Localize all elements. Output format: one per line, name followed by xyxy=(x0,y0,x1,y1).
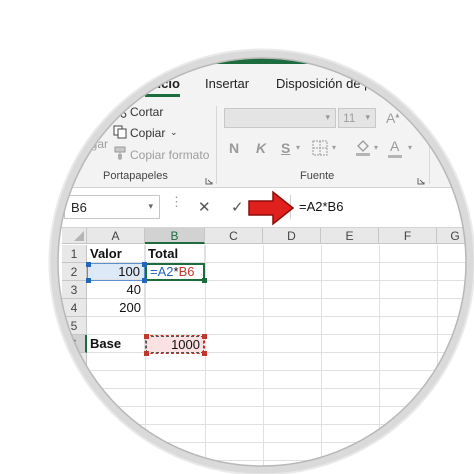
cell-b6[interactable]: 1000 xyxy=(145,335,205,354)
save-icon[interactable] xyxy=(86,42,100,62)
chevron-down-icon: ▾ xyxy=(365,112,370,122)
name-box[interactable]: B6 ▾ xyxy=(64,195,160,219)
cell-b2[interactable]: =A2*B6 xyxy=(145,263,205,281)
tab-inicio[interactable]: Inicio xyxy=(146,76,180,91)
magnifier-viewport: ▾ ▾ Archivo Inicio Insertar Disposición … xyxy=(0,0,474,474)
undo-dropdown-icon[interactable]: ▾ xyxy=(128,42,138,62)
redo-dropdown-icon[interactable]: ▾ xyxy=(164,42,174,62)
name-box-value: B6 xyxy=(71,200,87,215)
cell-a6[interactable]: Base xyxy=(87,335,145,353)
row-header-8[interactable]: 8 xyxy=(62,371,87,389)
chevron-down-icon: ▾ xyxy=(148,201,153,211)
font-color-letter: A xyxy=(390,138,400,154)
paste-dropdown-icon[interactable]: ▾ xyxy=(84,152,88,161)
red-arrow-icon xyxy=(248,190,295,226)
tab-insertar[interactable]: Insertar xyxy=(205,76,249,91)
borders-dropdown-icon[interactable]: ▾ xyxy=(332,143,336,152)
chevron-down-icon: ▾ xyxy=(325,112,330,122)
scissors-icon[interactable] xyxy=(113,104,127,118)
ref-handle[interactable] xyxy=(202,334,207,339)
ref-handle[interactable] xyxy=(86,278,91,283)
row-header-6[interactable]: 6 xyxy=(62,335,87,353)
row-header-3[interactable]: 3 xyxy=(62,281,87,299)
column-header-b[interactable]: B xyxy=(145,228,205,244)
cell-a3[interactable]: 40 xyxy=(87,281,145,299)
format-painter-icon[interactable] xyxy=(113,146,127,160)
ref-handle[interactable] xyxy=(144,351,149,356)
font-size-value: 11 xyxy=(343,111,356,125)
row-header-10[interactable]: 10 xyxy=(62,407,87,425)
ref-handle[interactable] xyxy=(202,351,207,356)
ref-handle[interactable] xyxy=(142,262,147,267)
font-color-bar xyxy=(388,155,402,158)
undo-icon[interactable] xyxy=(108,42,126,62)
row-header-7[interactable]: 7 xyxy=(62,353,87,371)
column-header-g[interactable]: G xyxy=(437,228,474,244)
row-header-2[interactable]: 2 xyxy=(62,263,87,281)
cell-a1[interactable]: Valor xyxy=(87,245,145,263)
column-header-f[interactable]: F xyxy=(379,228,437,244)
cancel-formula-icon[interactable]: ✕ xyxy=(198,198,211,216)
font-launcher-icon[interactable] xyxy=(417,172,425,185)
font-name-combo[interactable]: ▾ xyxy=(224,108,336,128)
cell-a2[interactable]: 100 xyxy=(87,263,145,281)
customize-quick-access-icon[interactable] xyxy=(182,42,194,62)
font-size-combo[interactable]: 11 ▾ xyxy=(338,108,376,128)
clipboard-group-label: Portapapeles xyxy=(103,170,168,182)
ref-handle[interactable] xyxy=(86,262,91,267)
ref-handle[interactable] xyxy=(144,334,149,339)
grow-font-icon[interactable]: A▴ xyxy=(386,110,399,126)
paste-icon[interactable] xyxy=(80,106,104,134)
formula-ref-a2: =A2 xyxy=(150,264,174,279)
excel-window: ▾ ▾ Archivo Inicio Insertar Disposición … xyxy=(0,0,474,474)
copy-dropdown-icon[interactable]: ⌄ xyxy=(170,127,178,138)
group-separator xyxy=(216,106,217,184)
row-header-12[interactable]: 12 xyxy=(62,443,87,461)
font-color-button[interactable]: A xyxy=(390,138,399,154)
column-header-e[interactable]: E xyxy=(321,228,379,244)
tab-disposicion-pagina[interactable]: Disposición de página xyxy=(276,76,403,91)
active-tab-indicator xyxy=(145,94,180,97)
copy-icon[interactable] xyxy=(113,125,127,139)
select-all-corner[interactable] xyxy=(62,228,87,244)
underline-button[interactable]: S xyxy=(281,140,290,156)
ref-handle[interactable] xyxy=(142,278,147,283)
fill-color-icon[interactable] xyxy=(354,138,372,156)
column-header-a[interactable]: A xyxy=(87,228,145,244)
font-group-label: Fuente xyxy=(300,170,335,182)
copy-button[interactable]: Copiar xyxy=(130,126,165,140)
column-header-c[interactable]: C xyxy=(205,228,263,244)
column-header-d[interactable]: D xyxy=(263,228,321,244)
italic-button[interactable]: K xyxy=(256,140,266,156)
title-bar xyxy=(0,0,474,64)
borders-icon[interactable] xyxy=(312,140,328,156)
paste-button[interactable]: Pegar xyxy=(76,137,108,151)
row-header-5[interactable]: 5 xyxy=(62,317,87,335)
fill-dropdown-icon[interactable]: ▾ xyxy=(374,143,378,152)
font-color-dropdown-icon[interactable]: ▾ xyxy=(408,143,412,152)
row-header-9[interactable]: 9 xyxy=(62,389,87,407)
cut-button[interactable]: Cortar xyxy=(130,105,163,119)
row-header-11[interactable]: 11 xyxy=(62,425,87,443)
row-header-1[interactable]: 1 xyxy=(62,245,87,263)
bold-button[interactable]: N xyxy=(229,140,239,156)
format-painter-button[interactable]: Copiar formato xyxy=(130,148,209,162)
formula-bar-grip-icon[interactable]: ⋮ xyxy=(170,195,183,215)
tab-archivo[interactable]: Archivo xyxy=(79,76,122,91)
clipboard-launcher-icon[interactable] xyxy=(205,172,213,185)
redo-icon[interactable] xyxy=(144,42,162,62)
group-separator xyxy=(429,106,430,184)
underline-dropdown-icon[interactable]: ▾ xyxy=(296,143,300,152)
cell-b1[interactable]: Total xyxy=(145,245,205,263)
cell-a4[interactable]: 200 xyxy=(87,299,145,317)
formula-ref-b6: B6 xyxy=(178,264,195,279)
row-header-4[interactable]: 4 xyxy=(62,299,87,317)
enter-formula-icon[interactable]: ✓ xyxy=(231,198,244,216)
fill-handle[interactable] xyxy=(202,278,207,283)
formula-input[interactable]: =A2*B6 xyxy=(290,195,474,219)
